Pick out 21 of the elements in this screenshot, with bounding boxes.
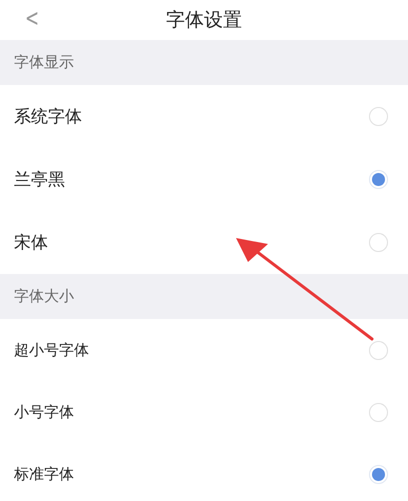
radio-button[interactable]	[369, 340, 388, 360]
radio-button[interactable]	[369, 233, 388, 252]
option-label: 超小号字体	[14, 340, 89, 360]
option-row[interactable]: 宋体	[0, 211, 408, 274]
option-label: 兰亭黑	[14, 169, 65, 191]
section-header: 字体大小	[0, 274, 408, 319]
option-label: 宋体	[14, 232, 48, 254]
option-label: 小号字体	[14, 402, 74, 422]
radio-button[interactable]	[369, 170, 388, 189]
option-row[interactable]: 兰亭黑	[0, 148, 408, 211]
radio-button[interactable]	[369, 402, 388, 422]
radio-button[interactable]	[369, 464, 388, 484]
option-row[interactable]: 超小号字体	[0, 319, 408, 381]
section-header: 字体显示	[0, 40, 408, 85]
option-label: 标准字体	[14, 464, 74, 484]
radio-button[interactable]	[369, 107, 388, 126]
option-label: 系统字体	[14, 106, 82, 128]
option-row[interactable]: 标准字体	[0, 443, 408, 501]
option-row[interactable]: 小号字体	[0, 381, 408, 443]
option-row[interactable]: 系统字体	[0, 85, 408, 148]
page-title: 字体设置	[166, 8, 242, 33]
